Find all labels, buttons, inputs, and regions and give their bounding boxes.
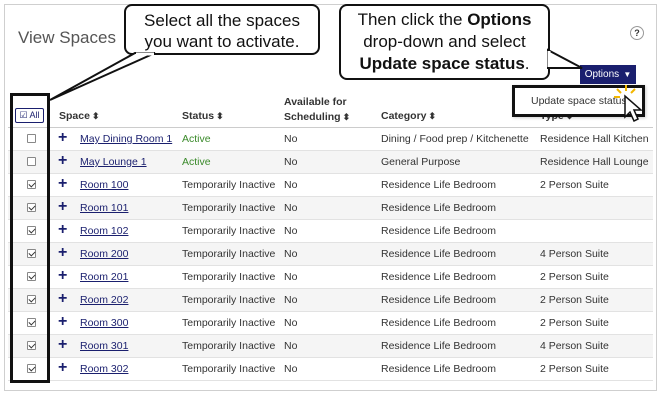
type-cell: 2 Person Suite	[540, 179, 609, 191]
space-link[interactable]: Room 100	[80, 179, 128, 191]
available-cell: No	[284, 179, 298, 191]
callout-pointer	[547, 48, 583, 69]
status-cell: Temporarily Inactive	[182, 179, 276, 191]
status-cell: Temporarily Inactive	[182, 363, 276, 375]
category-cell: Dining / Food prep / Kitchenette	[381, 133, 529, 145]
category-cell: Residence Life Bedroom	[381, 271, 496, 283]
category-cell: Residence Life Bedroom	[381, 248, 496, 260]
category-cell: Residence Life Bedroom	[381, 179, 496, 191]
space-link[interactable]: Room 201	[80, 271, 128, 283]
header-category[interactable]: Category ⬍	[381, 110, 436, 122]
category-cell: Residence Life Bedroom	[381, 294, 496, 306]
status-cell: Temporarily Inactive	[182, 271, 276, 283]
cursor-click-icon	[614, 85, 643, 123]
available-cell: No	[284, 294, 298, 306]
header-space[interactable]: Space ⬍	[59, 110, 99, 122]
table-row: + Room 100 Temporarily Inactive No Residence…	[8, 174, 653, 197]
type-cell: 2 Person Suite	[540, 271, 609, 283]
checkbox-column-highlight	[10, 93, 50, 383]
space-link[interactable]: Room 301	[80, 340, 128, 352]
expand-plus-icon[interactable]: +	[58, 336, 67, 354]
expand-plus-icon[interactable]: +	[58, 313, 67, 331]
table-row: + Room 302 Temporarily Inactive No Residence…	[8, 358, 653, 381]
space-link[interactable]: Room 101	[80, 202, 128, 214]
available-cell: No	[284, 317, 298, 329]
expand-plus-icon[interactable]: +	[58, 267, 67, 285]
category-cell: Residence Life Bedroom	[381, 202, 496, 214]
status-cell: Active	[182, 133, 211, 145]
available-cell: No	[284, 133, 298, 145]
table-row: + May Lounge 1 Active No General Purpose Resi…	[8, 151, 653, 174]
available-cell: No	[284, 248, 298, 260]
space-link[interactable]: Room 300	[80, 317, 128, 329]
table-row: + Room 201 Temporarily Inactive No Residence…	[8, 266, 653, 289]
callout-options: Then click the Options drop-down and sel…	[339, 4, 550, 80]
sort-icon: ⬍	[428, 111, 437, 121]
available-cell: No	[284, 271, 298, 283]
sort-icon: ⬍	[342, 112, 351, 122]
status-cell: Temporarily Inactive	[182, 248, 276, 260]
type-cell: 2 Person Suite	[540, 363, 609, 375]
header-status[interactable]: Status ⬍	[182, 110, 224, 122]
category-cell: General Purpose	[381, 156, 461, 168]
status-cell: Temporarily Inactive	[182, 225, 276, 237]
available-cell: No	[284, 225, 298, 237]
table-row: + Room 300 Temporarily Inactive No Residence…	[8, 312, 653, 335]
type-cell: 2 Person Suite	[540, 294, 609, 306]
status-cell: Active	[182, 156, 211, 168]
header-available[interactable]: Available for Scheduling ⬍	[284, 95, 350, 125]
type-cell: Residence Hall Kitchen	[540, 133, 649, 145]
table-row: + Room 101 Temporarily Inactive No Residence…	[8, 197, 653, 220]
type-cell: Residence Hall Lounge	[540, 156, 649, 168]
space-link[interactable]: Room 302	[80, 363, 128, 375]
expand-plus-icon[interactable]: +	[58, 129, 67, 147]
callout-pointer	[49, 52, 156, 101]
available-cell: No	[284, 202, 298, 214]
type-cell: 4 Person Suite	[540, 340, 609, 352]
space-link[interactable]: Room 200	[80, 248, 128, 260]
type-cell: 4 Person Suite	[540, 248, 609, 260]
expand-plus-icon[interactable]: +	[58, 221, 67, 239]
available-cell: No	[284, 340, 298, 352]
sort-icon: ⬍	[216, 111, 224, 121]
space-link[interactable]: May Lounge 1	[80, 156, 147, 168]
expand-plus-icon[interactable]: +	[58, 359, 67, 377]
space-link[interactable]: May Dining Room 1	[80, 133, 172, 145]
sort-icon: ⬍	[91, 111, 100, 121]
expand-plus-icon[interactable]: +	[58, 152, 67, 170]
category-cell: Residence Life Bedroom	[381, 340, 496, 352]
table-row: + Room 200 Temporarily Inactive No Residence…	[8, 243, 653, 266]
category-cell: Residence Life Bedroom	[381, 317, 496, 329]
available-cell: No	[284, 363, 298, 375]
table-row: + May Dining Room 1 Active No Dining / Food …	[8, 128, 653, 151]
table-row: + Room 202 Temporarily Inactive No Residence…	[8, 289, 653, 312]
help-icon[interactable]: ?	[630, 26, 644, 40]
status-cell: Temporarily Inactive	[182, 317, 276, 329]
status-cell: Temporarily Inactive	[182, 294, 276, 306]
type-cell: 2 Person Suite	[540, 317, 609, 329]
category-cell: Residence Life Bedroom	[381, 363, 496, 375]
table-row: + Room 102 Temporarily Inactive No Residence…	[8, 220, 653, 243]
status-cell: Temporarily Inactive	[182, 202, 276, 214]
expand-plus-icon[interactable]: +	[58, 290, 67, 308]
available-cell: No	[284, 156, 298, 168]
expand-plus-icon[interactable]: +	[58, 244, 67, 262]
caret-down-icon: ▼	[621, 70, 632, 79]
table-row: + Room 301 Temporarily Inactive No Residence…	[8, 335, 653, 358]
status-cell: Temporarily Inactive	[182, 340, 276, 352]
category-cell: Residence Life Bedroom	[381, 225, 496, 237]
space-link[interactable]: Room 202	[80, 294, 128, 306]
expand-plus-icon[interactable]: +	[58, 175, 67, 193]
expand-plus-icon[interactable]: +	[58, 198, 67, 216]
space-link[interactable]: Room 102	[80, 225, 128, 237]
